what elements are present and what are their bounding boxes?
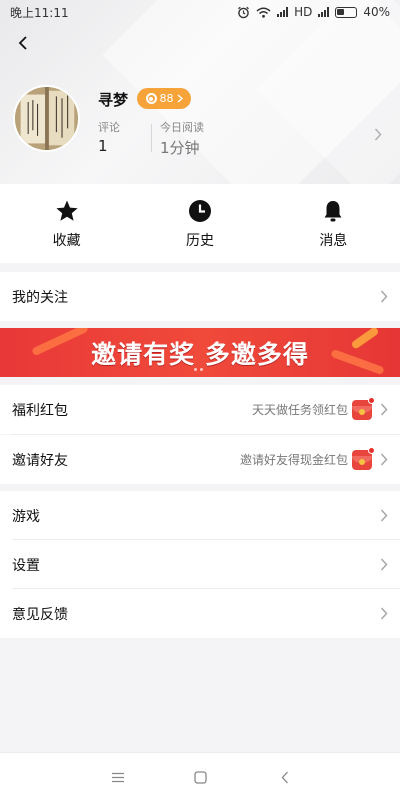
back-nav-icon — [281, 771, 288, 783]
stat-value: 1 — [98, 137, 108, 155]
menu-item-feedback[interactable]: 意见反馈 — [0, 589, 400, 638]
banner-text: 邀请有奖 多邀多得 — [91, 339, 309, 369]
menu-item-label: 游戏 — [12, 508, 40, 525]
chevron-right-icon — [177, 94, 183, 103]
ribbon-decoration — [31, 328, 89, 357]
quick-actions: 收藏 历史 消息 — [0, 184, 400, 263]
menu-item-hint: 天天做任务领红包 — [251, 403, 348, 417]
battery-icon — [335, 6, 358, 18]
menu-item-label: 邀请好友 — [12, 452, 68, 469]
stat-value: 1分钟 — [160, 139, 200, 157]
red-envelope-icon — [352, 446, 375, 470]
signal-icon — [277, 7, 289, 17]
chevron-right-icon — [380, 403, 388, 416]
avatar[interactable] — [13, 85, 80, 152]
menu-nav-button[interactable] — [109, 769, 127, 785]
chevron-right-icon — [380, 509, 388, 522]
calligraphy-photo — [15, 87, 78, 150]
coin-icon — [145, 93, 157, 104]
stat-divider — [151, 124, 152, 152]
alarm-icon — [238, 6, 249, 18]
home-square-icon — [193, 770, 207, 784]
menu-item-welfare[interactable]: 福利红包 天天做任务领红包 — [0, 385, 400, 434]
signal-icon-2 — [318, 7, 330, 17]
chevron-right-icon — [380, 558, 388, 571]
bell-icon — [324, 201, 342, 222]
level-value: 88 — [159, 92, 174, 105]
menu-item-label: 意见反馈 — [12, 606, 68, 623]
menu-item-follow[interactable]: 我的关注 — [0, 272, 400, 321]
stat-reading[interactable]: 今日阅读 1分钟 — [160, 121, 204, 158]
home-nav-button[interactable] — [191, 769, 209, 785]
menu-icon — [112, 772, 124, 782]
notification-dot — [368, 446, 375, 454]
history-button[interactable]: 历史 — [133, 184, 266, 263]
history-label: 历史 — [185, 233, 214, 249]
favorites-button[interactable]: 收藏 — [0, 184, 133, 263]
stat-comments[interactable]: 评论 1 — [98, 121, 120, 155]
ribbon-decoration — [350, 328, 380, 350]
back-button[interactable] — [12, 32, 34, 54]
star-icon — [56, 200, 78, 221]
status-bar: 晚上11:11 HD 40% — [0, 0, 400, 24]
menu-item-label: 福利红包 — [12, 402, 68, 419]
messages-label: 消息 — [319, 233, 348, 249]
stat-label: 评论 — [98, 121, 120, 134]
menu-item-invite[interactable]: 邀请好友 邀请好友得现金红包 — [0, 435, 400, 484]
chevron-right-icon — [380, 607, 388, 620]
favorites-label: 收藏 — [52, 233, 81, 249]
chevron-right-icon — [380, 290, 388, 303]
back-arrow-icon — [18, 36, 27, 50]
menu-item-label: 设置 — [12, 557, 40, 574]
notification-dot — [368, 396, 375, 404]
status-time: 晚上11:11 — [10, 5, 69, 20]
chevron-right-icon — [380, 453, 388, 466]
level-badge[interactable]: 88 — [137, 88, 191, 109]
back-nav-button[interactable] — [276, 769, 294, 785]
system-nav-bar — [0, 752, 400, 800]
invite-banner[interactable]: 邀请有奖 多邀多得 — [0, 328, 400, 377]
menu-item-games[interactable]: 游戏 — [0, 491, 400, 540]
chevron-right-icon[interactable] — [374, 128, 382, 141]
clock-icon — [188, 200, 211, 222]
status-icons: HD 40% — [237, 5, 390, 19]
red-envelope-icon — [352, 396, 375, 420]
menu-item-hint: 邀请好友得现金红包 — [239, 453, 348, 467]
profile-header[interactable]: 寻梦 88 评论 1 今日阅读 1分钟 — [0, 0, 400, 184]
menu-item-settings[interactable]: 设置 — [0, 540, 400, 589]
stat-label: 今日阅读 — [160, 121, 204, 134]
network-label: HD — [294, 5, 313, 19]
messages-button[interactable]: 消息 — [267, 184, 400, 263]
menu-item-label: 我的关注 — [12, 289, 68, 306]
ribbon-decoration — [330, 348, 385, 376]
username: 寻梦 — [98, 91, 129, 109]
wifi-icon — [256, 7, 271, 18]
battery-level: 40% — [363, 5, 390, 19]
